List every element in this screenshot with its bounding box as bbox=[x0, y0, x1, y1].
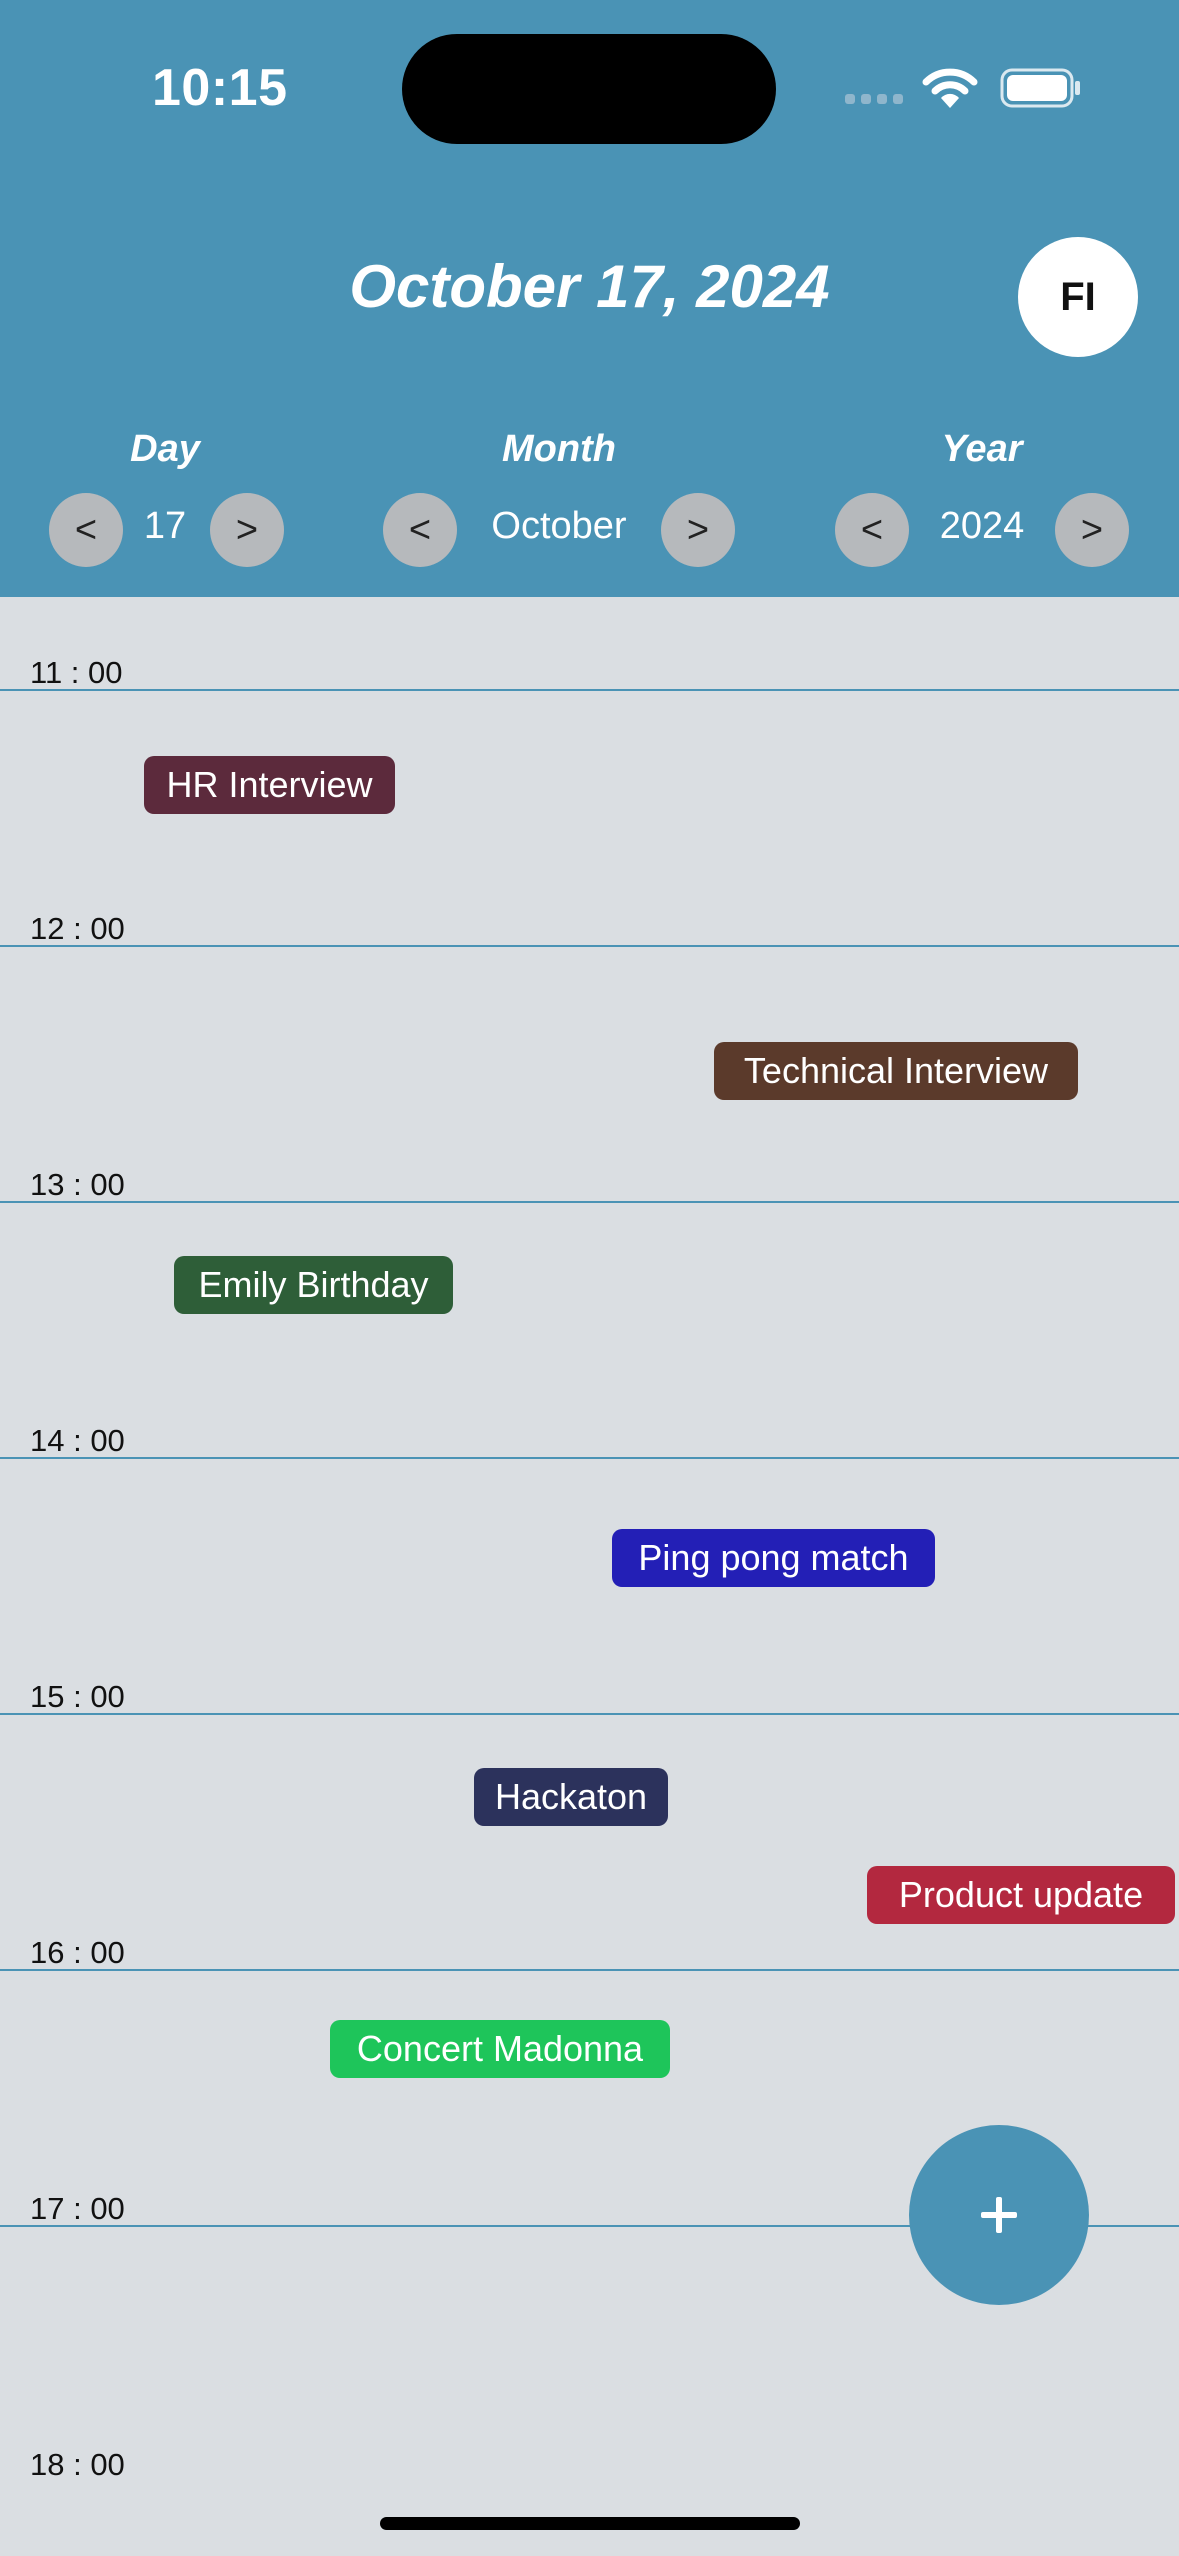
event-product-update[interactable]: Product update bbox=[867, 1866, 1175, 1924]
hour-divider bbox=[0, 1457, 1179, 1459]
month-next-button[interactable]: > bbox=[661, 493, 735, 567]
month-value: October bbox=[491, 505, 627, 547]
header: 10:15 October 17, 2024 FI Day < 17 > Mon… bbox=[0, 0, 1179, 597]
event-hackaton[interactable]: Hackaton bbox=[474, 1768, 668, 1826]
hour-label: 14 : 00 bbox=[30, 1423, 125, 1458]
event-technical-interview[interactable]: Technical Interview bbox=[714, 1042, 1078, 1100]
hour-label: 12 : 00 bbox=[30, 911, 125, 946]
home-indicator[interactable] bbox=[380, 2517, 800, 2530]
month-label: Month bbox=[502, 428, 616, 470]
hour-divider bbox=[0, 1969, 1179, 1971]
month-prev-button[interactable]: < bbox=[383, 493, 457, 567]
hour-label: 17 : 00 bbox=[30, 2191, 125, 2226]
event-emily-birthday[interactable]: Emily Birthday bbox=[174, 1256, 453, 1314]
day-label: Day bbox=[130, 428, 200, 470]
event-hr-interview[interactable]: HR Interview bbox=[144, 756, 395, 814]
hour-divider bbox=[0, 945, 1179, 947]
hour-label: 13 : 00 bbox=[30, 1167, 125, 1202]
hour-label: 18 : 00 bbox=[30, 2447, 125, 2482]
hour-label: 11 : 00 bbox=[30, 655, 123, 690]
year-next-button[interactable]: > bbox=[1055, 493, 1129, 567]
date-title: October 17, 2024 bbox=[349, 253, 830, 320]
add-event-button[interactable] bbox=[909, 2125, 1089, 2305]
plus-icon bbox=[981, 2197, 1017, 2233]
hour-divider bbox=[0, 689, 1179, 691]
day-next-button[interactable]: > bbox=[210, 493, 284, 567]
cellular-signal-icon bbox=[845, 94, 903, 104]
avatar[interactable]: FI bbox=[1018, 237, 1138, 357]
status-time: 10:15 bbox=[152, 59, 288, 117]
hour-label: 16 : 00 bbox=[30, 1935, 125, 1970]
wifi-icon bbox=[922, 68, 978, 108]
battery-icon bbox=[1000, 68, 1080, 108]
year-label: Year bbox=[941, 428, 1023, 470]
year-value: 2024 bbox=[939, 505, 1025, 547]
hour-label: 15 : 00 bbox=[30, 1679, 125, 1714]
event-ping-pong-match[interactable]: Ping pong match bbox=[612, 1529, 935, 1587]
event-concert-madonna[interactable]: Concert Madonna bbox=[330, 2020, 670, 2078]
dynamic-island bbox=[402, 34, 776, 144]
hour-divider bbox=[0, 1713, 1179, 1715]
hour-divider bbox=[0, 1201, 1179, 1203]
